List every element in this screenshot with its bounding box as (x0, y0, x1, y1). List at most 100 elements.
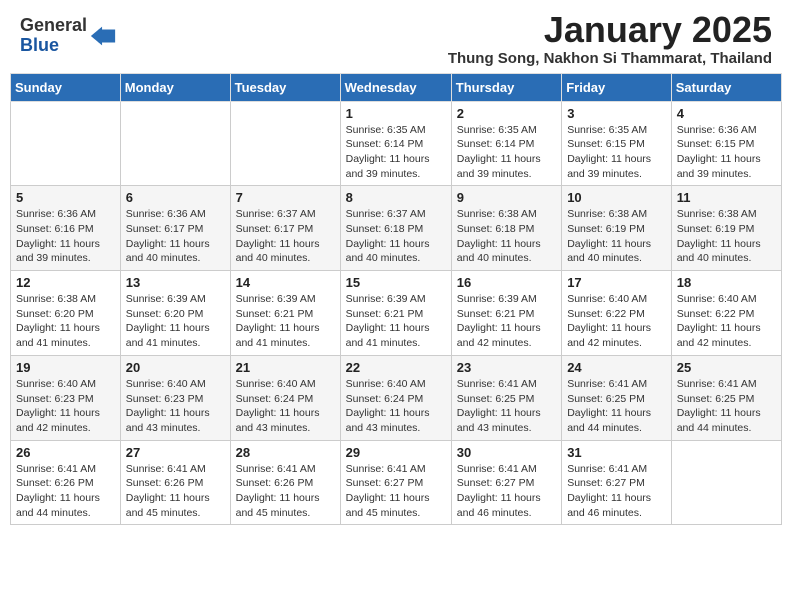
day-number: 12 (16, 275, 115, 290)
day-info: Sunrise: 6:41 AM Sunset: 6:26 PM Dayligh… (126, 462, 225, 521)
calendar-cell: 21 Sunrise: 6:40 AM Sunset: 6:24 PM Dayli… (230, 355, 340, 440)
day-info: Sunrise: 6:40 AM Sunset: 6:23 PM Dayligh… (16, 377, 115, 436)
calendar-cell: 17 Sunrise: 6:40 AM Sunset: 6:22 PM Dayli… (562, 271, 672, 356)
calendar-header-row: SundayMondayTuesdayWednesdayThursdayFrid… (11, 73, 782, 101)
day-info: Sunrise: 6:40 AM Sunset: 6:24 PM Dayligh… (236, 377, 335, 436)
logo-general-text: General (20, 15, 87, 35)
calendar-cell (120, 101, 230, 186)
day-info: Sunrise: 6:39 AM Sunset: 6:20 PM Dayligh… (126, 292, 225, 351)
column-header-monday: Monday (120, 73, 230, 101)
day-number: 21 (236, 360, 335, 375)
day-info: Sunrise: 6:36 AM Sunset: 6:15 PM Dayligh… (677, 123, 776, 182)
calendar-cell: 20 Sunrise: 6:40 AM Sunset: 6:23 PM Dayli… (120, 355, 230, 440)
day-info: Sunrise: 6:35 AM Sunset: 6:15 PM Dayligh… (567, 123, 666, 182)
calendar-cell: 9 Sunrise: 6:38 AM Sunset: 6:18 PM Daylig… (451, 186, 561, 271)
day-number: 24 (567, 360, 666, 375)
day-info: Sunrise: 6:37 AM Sunset: 6:18 PM Dayligh… (346, 207, 446, 266)
calendar-week-row: 19 Sunrise: 6:40 AM Sunset: 6:23 PM Dayli… (11, 355, 782, 440)
column-header-sunday: Sunday (11, 73, 121, 101)
day-number: 15 (346, 275, 446, 290)
day-info: Sunrise: 6:37 AM Sunset: 6:17 PM Dayligh… (236, 207, 335, 266)
calendar-week-row: 26 Sunrise: 6:41 AM Sunset: 6:26 PM Dayli… (11, 440, 782, 525)
day-info: Sunrise: 6:40 AM Sunset: 6:22 PM Dayligh… (567, 292, 666, 351)
day-info: Sunrise: 6:40 AM Sunset: 6:22 PM Dayligh… (677, 292, 776, 351)
day-number: 26 (16, 445, 115, 460)
calendar-week-row: 5 Sunrise: 6:36 AM Sunset: 6:16 PM Daylig… (11, 186, 782, 271)
day-number: 10 (567, 190, 666, 205)
day-number: 20 (126, 360, 225, 375)
day-info: Sunrise: 6:41 AM Sunset: 6:25 PM Dayligh… (567, 377, 666, 436)
day-number: 9 (457, 190, 556, 205)
day-info: Sunrise: 6:35 AM Sunset: 6:14 PM Dayligh… (346, 123, 446, 182)
calendar-cell: 26 Sunrise: 6:41 AM Sunset: 6:26 PM Dayli… (11, 440, 121, 525)
day-info: Sunrise: 6:38 AM Sunset: 6:18 PM Dayligh… (457, 207, 556, 266)
calendar-cell: 6 Sunrise: 6:36 AM Sunset: 6:17 PM Daylig… (120, 186, 230, 271)
calendar-cell: 24 Sunrise: 6:41 AM Sunset: 6:25 PM Dayli… (562, 355, 672, 440)
day-info: Sunrise: 6:41 AM Sunset: 6:26 PM Dayligh… (16, 462, 115, 521)
day-info: Sunrise: 6:36 AM Sunset: 6:17 PM Dayligh… (126, 207, 225, 266)
day-number: 14 (236, 275, 335, 290)
day-number: 23 (457, 360, 556, 375)
day-number: 28 (236, 445, 335, 460)
day-info: Sunrise: 6:38 AM Sunset: 6:19 PM Dayligh… (677, 207, 776, 266)
calendar-cell: 30Sunrise: 6:41 AM Sunset: 6:27 PM Dayli… (451, 440, 561, 525)
calendar-cell: 19 Sunrise: 6:40 AM Sunset: 6:23 PM Dayli… (11, 355, 121, 440)
calendar-cell: 12Sunrise: 6:38 AM Sunset: 6:20 PM Dayli… (11, 271, 121, 356)
column-header-tuesday: Tuesday (230, 73, 340, 101)
calendar-cell: 7 Sunrise: 6:37 AM Sunset: 6:17 PM Daylig… (230, 186, 340, 271)
calendar-week-row: 1 Sunrise: 6:35 AM Sunset: 6:14 PM Daylig… (11, 101, 782, 186)
column-header-saturday: Saturday (671, 73, 781, 101)
page-header: General Blue January 2025 Thung Song, Na… (10, 10, 782, 67)
day-number: 13 (126, 275, 225, 290)
calendar-cell: 15 Sunrise: 6:39 AM Sunset: 6:21 PM Dayli… (340, 271, 451, 356)
calendar-cell (230, 101, 340, 186)
calendar-cell: 8 Sunrise: 6:37 AM Sunset: 6:18 PM Daylig… (340, 186, 451, 271)
day-info: Sunrise: 6:39 AM Sunset: 6:21 PM Dayligh… (236, 292, 335, 351)
day-number: 1 (346, 106, 446, 121)
day-info: Sunrise: 6:39 AM Sunset: 6:21 PM Dayligh… (457, 292, 556, 351)
day-number: 18 (677, 275, 776, 290)
calendar-cell: 25Sunrise: 6:41 AM Sunset: 6:25 PM Dayli… (671, 355, 781, 440)
logo: General Blue (20, 16, 117, 56)
calendar-cell: 31Sunrise: 6:41 AM Sunset: 6:27 PM Dayli… (562, 440, 672, 525)
calendar-table: SundayMondayTuesdayWednesdayThursdayFrid… (10, 73, 782, 526)
logo-blue-text: Blue (20, 35, 59, 55)
day-number: 17 (567, 275, 666, 290)
calendar-cell (11, 101, 121, 186)
calendar-cell: 11 Sunrise: 6:38 AM Sunset: 6:19 PM Dayli… (671, 186, 781, 271)
day-info: Sunrise: 6:41 AM Sunset: 6:27 PM Dayligh… (567, 462, 666, 521)
calendar-cell: 4 Sunrise: 6:36 AM Sunset: 6:15 PM Daylig… (671, 101, 781, 186)
day-number: 5 (16, 190, 115, 205)
day-number: 19 (16, 360, 115, 375)
calendar-cell: 27Sunrise: 6:41 AM Sunset: 6:26 PM Dayli… (120, 440, 230, 525)
day-info: Sunrise: 6:41 AM Sunset: 6:27 PM Dayligh… (346, 462, 446, 521)
calendar-cell: 2Sunrise: 6:35 AM Sunset: 6:14 PM Daylig… (451, 101, 561, 186)
month-title: January 2025 (448, 10, 772, 50)
day-number: 6 (126, 190, 225, 205)
day-info: Sunrise: 6:40 AM Sunset: 6:23 PM Dayligh… (126, 377, 225, 436)
day-info: Sunrise: 6:39 AM Sunset: 6:21 PM Dayligh… (346, 292, 446, 351)
day-info: Sunrise: 6:41 AM Sunset: 6:25 PM Dayligh… (677, 377, 776, 436)
calendar-cell: 22 Sunrise: 6:40 AM Sunset: 6:24 PM Dayli… (340, 355, 451, 440)
location-title: Thung Song, Nakhon Si Thammarat, Thailan… (448, 50, 772, 67)
day-info: Sunrise: 6:35 AM Sunset: 6:14 PM Dayligh… (457, 123, 556, 182)
day-number: 30 (457, 445, 556, 460)
day-number: 22 (346, 360, 446, 375)
calendar-cell: 16 Sunrise: 6:39 AM Sunset: 6:21 PM Dayli… (451, 271, 561, 356)
calendar-cell: 1 Sunrise: 6:35 AM Sunset: 6:14 PM Daylig… (340, 101, 451, 186)
day-info: Sunrise: 6:36 AM Sunset: 6:16 PM Dayligh… (16, 207, 115, 266)
day-info: Sunrise: 6:41 AM Sunset: 6:25 PM Dayligh… (457, 377, 556, 436)
day-info: Sunrise: 6:41 AM Sunset: 6:26 PM Dayligh… (236, 462, 335, 521)
column-header-thursday: Thursday (451, 73, 561, 101)
day-number: 7 (236, 190, 335, 205)
day-number: 8 (346, 190, 446, 205)
calendar-cell: 29Sunrise: 6:41 AM Sunset: 6:27 PM Dayli… (340, 440, 451, 525)
logo-icon (89, 22, 117, 50)
title-block: January 2025 Thung Song, Nakhon Si Thamm… (448, 10, 772, 67)
day-number: 4 (677, 106, 776, 121)
day-number: 11 (677, 190, 776, 205)
day-number: 16 (457, 275, 556, 290)
day-info: Sunrise: 6:40 AM Sunset: 6:24 PM Dayligh… (346, 377, 446, 436)
column-header-friday: Friday (562, 73, 672, 101)
calendar-cell: 23 Sunrise: 6:41 AM Sunset: 6:25 PM Dayli… (451, 355, 561, 440)
